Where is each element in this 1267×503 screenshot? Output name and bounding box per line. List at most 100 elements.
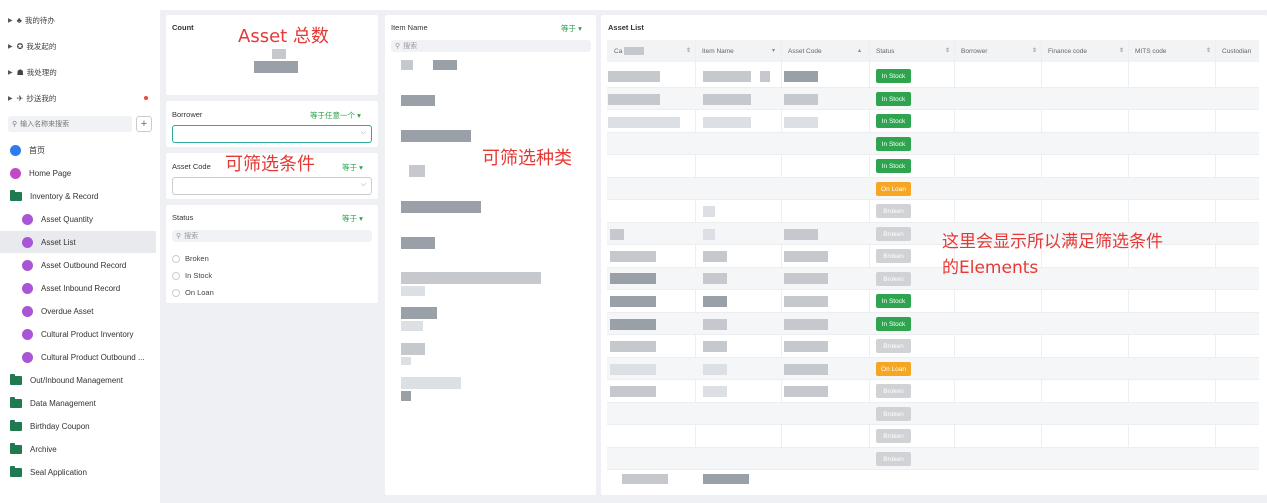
status-badge: On Loan	[876, 362, 911, 376]
status-badge: In Stock	[876, 69, 911, 83]
table-row[interactable]	[607, 447, 1259, 470]
sidebar-item-initiated[interactable]: ▶ ✪ 我发起的	[8, 38, 56, 54]
cell-redacted	[784, 94, 818, 105]
sidebar-item-label: Cultural Product Inventory	[41, 329, 134, 339]
borrower-label: Borrower	[172, 110, 203, 119]
sidebar-item-handled[interactable]: ▶ ☗ 我处理的	[8, 64, 57, 80]
table-row[interactable]	[607, 155, 1259, 178]
sidebar-item-cc[interactable]: ▶ ✈ 抄送我的	[8, 90, 56, 106]
sidebar-item-home-page[interactable]: Home Page	[0, 162, 156, 184]
status-badge: Broken	[876, 227, 911, 241]
column-header-mits-code[interactable]: MITS code	[1135, 42, 1166, 60]
sidebar-item-home[interactable]: 首页	[0, 139, 156, 161]
sidebar-item-birthday-coupon[interactable]: Birthday Coupon	[0, 415, 156, 437]
option-label: Broken	[185, 254, 209, 263]
column-header-status[interactable]: Status	[876, 42, 894, 60]
item-name-search-input[interactable]: ⚲ 搜索	[391, 40, 591, 52]
cell-redacted	[784, 296, 828, 307]
footer-redacted	[622, 474, 668, 484]
status-badge: Broken	[876, 452, 911, 466]
radio-button[interactable]	[172, 271, 180, 280]
cell-redacted	[703, 296, 727, 307]
cell-redacted	[703, 319, 727, 330]
status-badge: In Stock	[876, 159, 911, 173]
sidebar-item-archive[interactable]: Archive	[0, 438, 156, 460]
search-icon: ⚲	[395, 43, 401, 50]
sort-up-icon[interactable]: ▴	[858, 47, 861, 54]
radio-button[interactable]	[172, 288, 180, 297]
sidebar-item-data-management[interactable]: Data Management	[0, 392, 156, 414]
table-row[interactable]	[607, 402, 1259, 425]
table-row[interactable]	[607, 425, 1259, 448]
column-header-item-name[interactable]: Item Name	[702, 42, 734, 60]
column-header-asset-code[interactable]: Asset Code	[788, 42, 822, 60]
status-badge: Broken	[876, 339, 911, 353]
cell-redacted	[784, 364, 828, 375]
sidebar-item-asset-list[interactable]: Asset List	[0, 231, 156, 253]
sidebar-search-placeholder: 输入名称来搜索	[20, 121, 70, 128]
caret-right-icon: ▶	[8, 95, 13, 102]
sidebar-item-asset-outbound[interactable]: Asset Outbound Record	[0, 254, 156, 276]
sidebar-item-asset-inbound[interactable]: Asset Inbound Record	[0, 277, 156, 299]
status-option-in-stock[interactable]: In Stock	[172, 271, 212, 280]
sidebar-item-overdue-asset[interactable]: Overdue Asset	[0, 300, 156, 322]
folder-icon	[10, 189, 22, 201]
cell-redacted	[784, 386, 828, 397]
borrower-operator-dropdown[interactable]: 等于任意一个 ▾	[310, 110, 361, 121]
sort-icon[interactable]: ⇕	[945, 47, 950, 54]
sidebar-item-label: 我的待办	[24, 15, 55, 25]
sidebar-item-seal-application[interactable]: Seal Application	[0, 461, 156, 483]
option-label: In Stock	[185, 271, 213, 280]
sidebar-search-input[interactable]: ⚲ 输入名称来搜索	[8, 116, 132, 132]
column-header-borrower[interactable]: Borrower	[961, 42, 987, 60]
status-option-broken[interactable]: Broken	[172, 254, 209, 263]
sidebar-item-out-inbound-management[interactable]: Out/Inbound Management	[0, 369, 156, 391]
sidebar-item-label: 我处理的	[26, 67, 57, 77]
sort-down-icon[interactable]: ▾	[772, 47, 775, 54]
status-badge: Broken	[876, 204, 911, 218]
item-name-operator-dropdown[interactable]: 等于 ▾	[561, 23, 582, 34]
sidebar-item-cultural-inventory[interactable]: Cultural Product Inventory	[0, 323, 156, 345]
sort-icon[interactable]: ⇕	[1206, 47, 1211, 54]
sort-icon[interactable]: ⇕	[686, 47, 691, 54]
table-row[interactable]	[607, 132, 1259, 155]
column-header-custodian[interactable]: Custodian	[1222, 42, 1251, 60]
chevron-down-icon: ⌵	[360, 181, 366, 188]
sidebar-item-my-todo[interactable]: ▶ ♣ 我的待办	[8, 12, 55, 28]
cell-redacted	[703, 273, 727, 284]
sidebar-item-cultural-outbound[interactable]: Cultural Product Outbound ...	[0, 346, 156, 368]
sidebar-item-inventory-record[interactable]: Inventory & Record	[0, 185, 156, 207]
status-option-on-loan[interactable]: On Loan	[172, 288, 214, 297]
column-header-category[interactable]: Ca	[614, 42, 622, 60]
cell-redacted	[703, 364, 727, 375]
status-search-input[interactable]: ⚲ 搜索	[172, 230, 372, 242]
column-header-finance-code[interactable]: Finance code	[1048, 42, 1087, 60]
sort-icon[interactable]: ⇕	[1032, 47, 1037, 54]
folder-icon	[10, 442, 22, 454]
status-badge: In Stock	[876, 317, 911, 331]
radio-button[interactable]	[172, 254, 180, 263]
cell-redacted	[703, 206, 715, 217]
count-title: Count	[172, 23, 194, 32]
status-badge: Broken	[876, 249, 911, 263]
form-icon	[22, 236, 33, 248]
sidebar-item-label: 我发起的	[26, 41, 57, 51]
cell-redacted	[784, 71, 818, 82]
status-operator-dropdown[interactable]: 等于 ▾	[342, 213, 363, 224]
asset-code-select[interactable]: ⌵	[172, 177, 372, 195]
status-badge: Broken	[876, 429, 911, 443]
asset-code-operator-dropdown[interactable]: 等于 ▾	[342, 162, 363, 173]
status-filter: Status 等于 ▾ ⚲ 搜索 Broken In Stock On Loan	[166, 205, 378, 303]
cell-redacted	[703, 71, 751, 82]
status-badge: On Loan	[876, 182, 911, 196]
status-badge: In Stock	[876, 92, 911, 106]
table-row[interactable]	[607, 177, 1259, 200]
asset-list-title: Asset List	[608, 23, 644, 32]
borrower-select[interactable]: ⌵	[172, 125, 372, 143]
sidebar-item-label: Overdue Asset	[41, 306, 94, 316]
sort-icon[interactable]: ⇕	[1119, 47, 1124, 54]
cell-redacted	[784, 117, 818, 128]
add-button[interactable]: +	[136, 116, 152, 132]
sidebar-item-label: Asset List	[41, 237, 76, 247]
sidebar-item-asset-quantity[interactable]: Asset Quantity	[0, 208, 156, 230]
